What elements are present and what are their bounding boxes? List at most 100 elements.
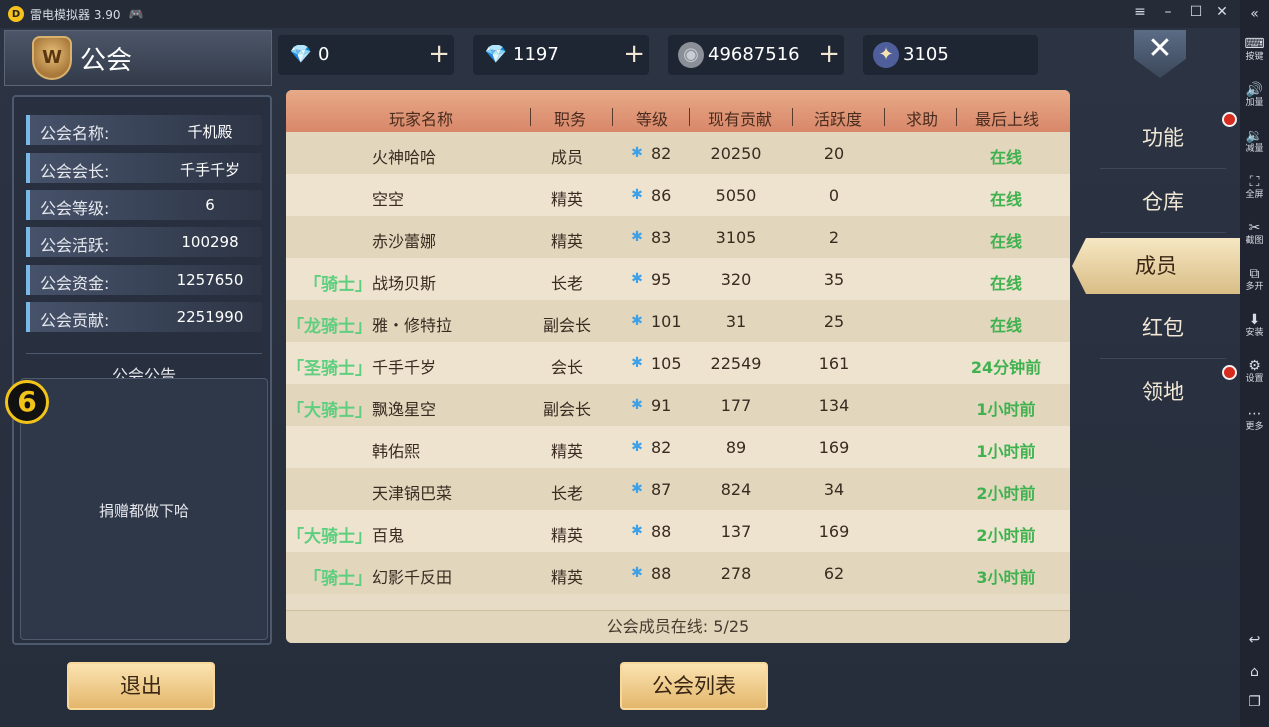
- scissors-icon: ✂: [1248, 220, 1261, 236]
- column-header: 等级: [635, 110, 668, 129]
- back-icon[interactable]: ↩: [1240, 632, 1269, 648]
- sidebar-tool[interactable]: ⋯ 更多: [1240, 406, 1269, 433]
- table-row[interactable]: 火神哈哈 成员 82 20250 20 在线 ✱: [286, 132, 1070, 174]
- tab-divider: [1100, 168, 1226, 169]
- add-diamond-button[interactable]: +: [428, 39, 450, 69]
- table-row[interactable]: 「大骑士」 百鬼 精英 88 137 169 2小时前 ✱: [286, 510, 1070, 552]
- table-row[interactable]: 天津锅巴菜 长老 87 824 34 2小时前 ✱: [286, 468, 1070, 510]
- level-gem-icon: ✱: [631, 523, 643, 539]
- member-activity: 35: [823, 270, 845, 289]
- member-last-online: 1小时前: [976, 442, 1036, 461]
- member-level: 95: [651, 270, 672, 289]
- member-title-badge: 「骑士」: [304, 275, 372, 295]
- info-key: 公会等级:: [40, 199, 110, 218]
- close-icon: ✕: [1147, 31, 1173, 66]
- tab-members[interactable]: 成员: [1072, 238, 1240, 294]
- member-rows[interactable]: 火神哈哈 成员 82 20250 20 在线 ✱ 空空 精英 86 5050 0 在线 ✱ 赤沙蕾娜 精英 83…: [286, 132, 1070, 610]
- emulator-titlebar: D 雷电模拟器 3.90 🎮 ≡ – ☐ ✕: [0, 0, 1240, 28]
- table-row[interactable]: 「圣骑士」 千手千岁 会长 105 22549 161 24分钟前 ✱: [286, 342, 1070, 384]
- member-name: 赤沙蕾娜: [372, 232, 437, 251]
- sidebar-tool[interactable]: ⌨ 按键: [1240, 36, 1269, 63]
- member-role: 精英: [550, 232, 583, 251]
- more-icon: ⋯: [1247, 406, 1262, 422]
- recent-apps-icon[interactable]: ❐: [1240, 694, 1269, 710]
- add-silver-button[interactable]: +: [818, 39, 840, 69]
- column-divider: [956, 108, 957, 126]
- sidebar-tool[interactable]: ⚙ 设置: [1240, 358, 1269, 385]
- member-activity: 161: [818, 354, 850, 373]
- member-level: 88: [651, 522, 672, 541]
- tab-territory[interactable]: 领地: [1090, 364, 1236, 420]
- guild-info-row: 公会等级: 6: [26, 190, 262, 220]
- member-last-online: 在线: [989, 274, 1022, 293]
- member-contribution: 320: [720, 270, 752, 289]
- close-window-icon[interactable]: ✕: [1212, 4, 1232, 20]
- member-title-badge: 「圣骑士」: [287, 359, 372, 379]
- level-gem-icon: ✱: [631, 187, 643, 203]
- diamond-icon: 💎: [289, 44, 313, 65]
- member-role: 精英: [550, 442, 583, 461]
- member-title-badge: 「大骑士」: [287, 401, 372, 421]
- level-gem-icon: ✱: [631, 565, 643, 581]
- emulator-float-ball[interactable]: 6: [5, 380, 49, 424]
- menu-icon[interactable]: ≡: [1130, 4, 1150, 20]
- member-activity: 169: [818, 522, 850, 541]
- member-contribution: 177: [720, 396, 752, 415]
- keyboard-icon: ⌨: [1244, 36, 1265, 52]
- member-contribution: 20250: [710, 144, 762, 163]
- table-row[interactable]: 「骑士」 幻影千反田 精英 88 278 62 3小时前 ✱: [286, 552, 1070, 594]
- member-role: 副会长: [542, 400, 591, 419]
- member-last-online: 在线: [989, 190, 1022, 209]
- sidebar-tool[interactable]: ⛶ 全屏: [1240, 174, 1269, 201]
- tab-warehouse[interactable]: 仓库: [1090, 174, 1236, 230]
- member-level: 83: [651, 228, 672, 247]
- sidebar-tool[interactable]: ⧉ 多开: [1240, 266, 1269, 293]
- column-header: 最后上线: [974, 110, 1039, 129]
- member-contribution: 22549: [710, 354, 762, 373]
- exit-button[interactable]: 退出: [67, 662, 215, 710]
- table-row[interactable]: 赤沙蕾娜 精英 83 3105 2 在线 ✱: [286, 216, 1070, 258]
- sidebar-tool[interactable]: ⬇ 安装: [1240, 312, 1269, 339]
- notice-text: 捐赠都做下哈: [98, 502, 189, 520]
- info-key: 公会名称:: [40, 124, 110, 143]
- resource-value: 49687516: [708, 44, 800, 65]
- table-row[interactable]: 空空 精英 86 5050 0 在线 ✱: [286, 174, 1070, 216]
- member-contribution: 3105: [715, 228, 757, 247]
- emulator-sidebar: « ⌨ 按键 🔊 加量 🔉 减量 ⛶ 全屏 ✂ 截图 ⧉ 多开 ⬇ 安装 ⚙ 设置 ⋯ 更多 ↩ ⌂ ❐: [1240, 0, 1269, 727]
- member-name: 天津锅巴菜: [372, 484, 453, 503]
- member-name: 千手千岁: [372, 358, 437, 377]
- guild-info-row: 公会贡献: 2251990: [26, 302, 262, 332]
- collapse-sidebar-icon[interactable]: «: [1240, 6, 1269, 22]
- member-level: 105: [651, 354, 682, 373]
- minimize-icon[interactable]: –: [1158, 4, 1178, 20]
- member-name: 韩佑熙: [372, 442, 421, 461]
- resource-bound-diamond: 💎 1197 +: [473, 35, 649, 75]
- level-gem-icon: ✱: [631, 145, 643, 161]
- table-row[interactable]: 「大骑士」 飘逸星空 副会长 91 177 134 1小时前 ✱: [286, 384, 1070, 426]
- member-level: 82: [651, 144, 672, 163]
- sidebar-tool[interactable]: ✂ 截图: [1240, 220, 1269, 247]
- table-row[interactable]: 韩佑熙 精英 82 89 169 1小时前 ✱: [286, 426, 1070, 468]
- info-key: 公会资金:: [40, 274, 110, 293]
- guild-list-button[interactable]: 公会列表: [620, 662, 768, 710]
- home-icon[interactable]: ⌂: [1240, 664, 1269, 680]
- member-last-online: 24分钟前: [970, 358, 1042, 377]
- member-last-online: 2小时前: [976, 484, 1036, 503]
- info-key: 公会会长:: [40, 162, 110, 181]
- gamepad-icon[interactable]: 🎮: [129, 7, 144, 21]
- table-row[interactable]: 「龙骑士」 雅・修特拉 副会长 101 31 25 在线 ✱: [286, 300, 1070, 342]
- sidebar-tool[interactable]: 🔉 减量: [1240, 128, 1269, 155]
- tab-red-packet[interactable]: 红包: [1090, 300, 1236, 356]
- member-activity: 0: [828, 186, 840, 205]
- notification-dot: [1222, 365, 1237, 380]
- level-gem-icon: ✱: [631, 229, 643, 245]
- maximize-icon[interactable]: ☐: [1186, 4, 1206, 20]
- table-row[interactable]: 「骑士」 战场贝斯 长老 95 320 35 在线 ✱: [286, 258, 1070, 300]
- add-bound-diamond-button[interactable]: +: [623, 39, 645, 69]
- member-activity: 169: [818, 438, 850, 457]
- sidebar-tool[interactable]: 🔊 加量: [1240, 82, 1269, 109]
- member-role: 会长: [550, 358, 583, 377]
- tab-functions[interactable]: 功能: [1090, 110, 1236, 166]
- member-contribution: 31: [725, 312, 747, 331]
- emulator-title: 雷电模拟器 3.90: [30, 7, 121, 22]
